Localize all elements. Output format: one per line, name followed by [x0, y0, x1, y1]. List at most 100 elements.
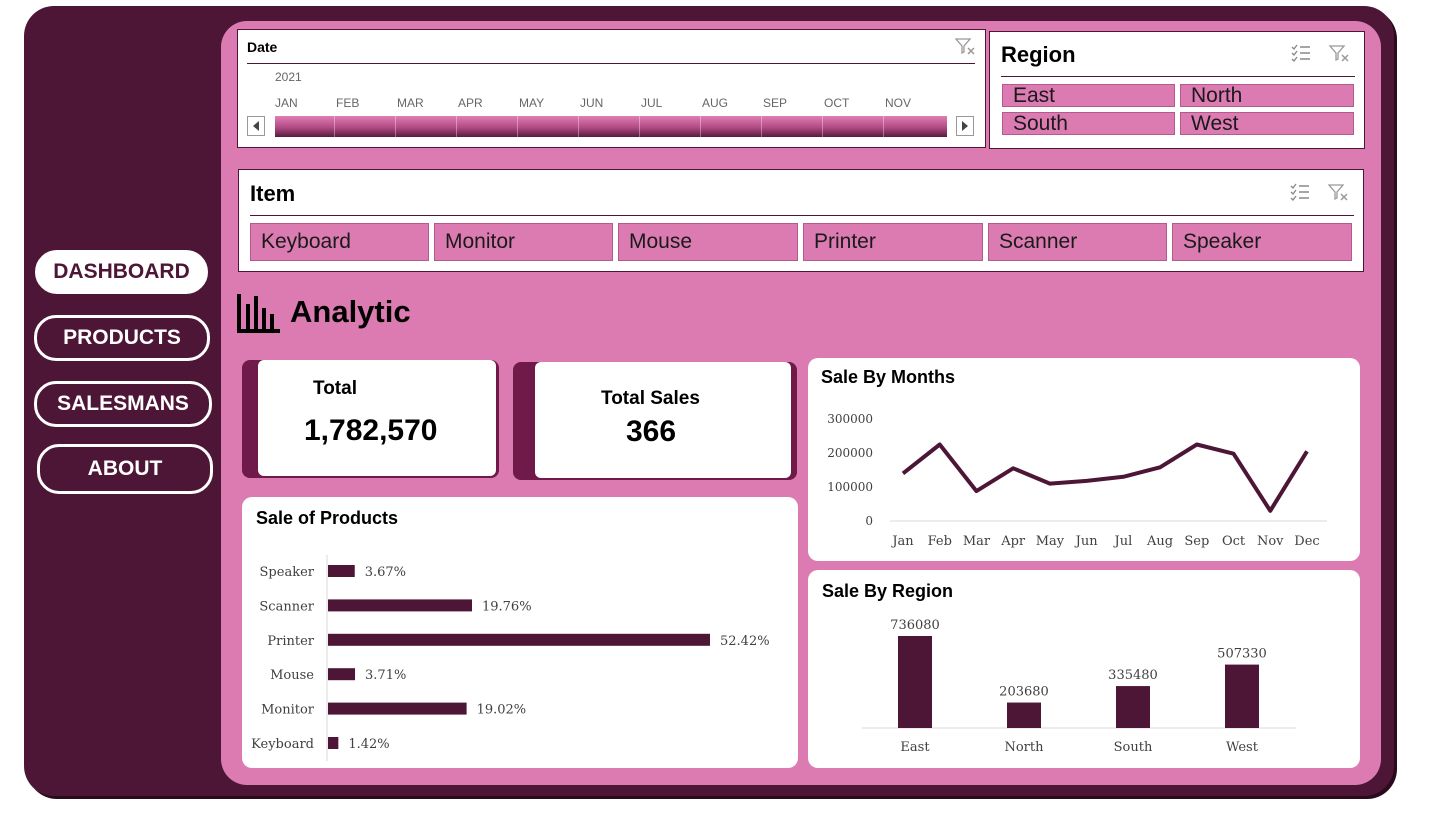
- category-label: East: [900, 740, 930, 755]
- section-title: Analytic: [290, 294, 411, 329]
- timeline-tick: [334, 116, 335, 137]
- x-tick-label: Jan: [890, 534, 914, 549]
- timeline-tick: [822, 116, 823, 137]
- timeline-tick: [700, 116, 701, 137]
- kpi-total-card: Total 1,782,570: [258, 360, 496, 476]
- clear-filter-icon[interactable]: [954, 36, 976, 56]
- data-label: 507330: [1217, 647, 1267, 662]
- nav-salesmans-button[interactable]: SALESMANS: [34, 381, 212, 427]
- region-slicer-divider: [1001, 76, 1355, 77]
- product-bar: [328, 668, 356, 681]
- data-label: 19.02%: [477, 703, 527, 718]
- item-printer[interactable]: Printer: [803, 223, 983, 261]
- x-tick-label: Sep: [1184, 534, 1209, 549]
- data-label: 203680: [999, 685, 1049, 700]
- kpi-total-value: 1,782,570: [304, 414, 438, 447]
- timeline-month-label[interactable]: OCT: [824, 96, 849, 110]
- region-bar: [1225, 664, 1259, 728]
- timeline-tick: [578, 116, 579, 137]
- x-tick-label: Oct: [1222, 534, 1246, 549]
- region-slicer-title: Region: [1001, 42, 1076, 67]
- product-bar: [328, 737, 339, 749]
- item-speaker[interactable]: Speaker: [1172, 223, 1352, 261]
- timeline-month-label[interactable]: MAY: [519, 96, 544, 110]
- timeline-scroll-right[interactable]: [956, 116, 974, 136]
- region-bar: [1116, 686, 1150, 728]
- date-slicer-title: Date: [247, 39, 278, 55]
- sales-line: [901, 442, 1309, 513]
- date-slicer: Date 2021 JAN FEB MAR APR MAY JUN JUL AUG SEP OCT…: [237, 29, 986, 148]
- y-tick-label: 100000: [827, 480, 873, 494]
- x-tick-label: Apr: [1000, 534, 1026, 549]
- timeline-month-label[interactable]: MAR: [397, 96, 424, 110]
- timeline-month-label[interactable]: SEP: [763, 96, 787, 110]
- product-bar: [328, 565, 355, 577]
- bar-chart-icon: [237, 294, 280, 333]
- nav-products-button[interactable]: PRODUCTS: [34, 315, 210, 361]
- product-bar: [328, 633, 710, 646]
- region-bar: [898, 636, 932, 728]
- data-label: 1.42%: [348, 737, 389, 752]
- category-label: Keyboard: [251, 737, 314, 752]
- kpi-sales-card: Total Sales 366: [535, 362, 791, 478]
- region-item-north[interactable]: North: [1180, 84, 1354, 107]
- category-label: Scanner: [259, 599, 314, 614]
- kpi-total-label: Total: [313, 378, 357, 399]
- products-bar-chart: Speaker 3.67% Scanner 19.76% Printer 52.42% Mo…: [251, 555, 770, 761]
- months-chart-card: Sale By Months 0 100000 200000 300000 Jan Feb…: [808, 358, 1360, 561]
- kpi-sales-label: Total Sales: [601, 388, 700, 409]
- timeline-month-label[interactable]: NOV: [885, 96, 911, 110]
- nav-about-button[interactable]: ABOUT: [37, 444, 213, 494]
- category-label: West: [1226, 740, 1259, 755]
- x-tick-label: Aug: [1146, 534, 1173, 549]
- item-slicer-divider: [250, 215, 1354, 216]
- x-tick-label: Dec: [1294, 534, 1319, 549]
- clear-filter-icon[interactable]: [1327, 182, 1349, 202]
- timeline-tick: [883, 116, 884, 137]
- kpi-sales-value: 366: [626, 415, 677, 448]
- timeline-scroll-left[interactable]: [247, 116, 265, 136]
- timeline-bar[interactable]: [275, 116, 947, 137]
- timeline-month-label[interactable]: JAN: [275, 96, 298, 110]
- item-mouse[interactable]: Mouse: [618, 223, 798, 261]
- category-label: North: [1004, 740, 1044, 755]
- x-tick-label: May: [1036, 534, 1065, 549]
- timeline-month-label[interactable]: FEB: [336, 96, 359, 110]
- x-tick-label: Jul: [1112, 534, 1132, 549]
- timeline-tick: [456, 116, 457, 137]
- region-item-east[interactable]: East: [1002, 84, 1175, 107]
- timeline-tick: [395, 116, 396, 137]
- timeline-month-label[interactable]: JUN: [580, 96, 603, 110]
- timeline-month-label[interactable]: AUG: [702, 96, 728, 110]
- data-label: 52.42%: [720, 634, 770, 649]
- item-keyboard[interactable]: Keyboard: [250, 223, 429, 261]
- product-bar: [328, 702, 467, 715]
- nav-dashboard-button[interactable]: DASHBOARD: [35, 250, 208, 294]
- y-tick-label: 0: [865, 514, 873, 528]
- x-tick-label: Nov: [1257, 534, 1284, 549]
- product-bar: [328, 599, 472, 612]
- region-item-south[interactable]: South: [1002, 112, 1175, 135]
- multi-select-icon[interactable]: [1289, 182, 1311, 202]
- item-slicer: Item Keyboard Monitor Mouse Printer Scan…: [238, 169, 1364, 272]
- item-monitor[interactable]: Monitor: [434, 223, 613, 261]
- x-tick-label: Jun: [1074, 534, 1099, 549]
- products-chart-card: Sale of Products Speaker 3.67% Scanner 19.7…: [242, 497, 798, 768]
- x-tick-label: Feb: [928, 534, 952, 549]
- timeline-month-label[interactable]: APR: [458, 96, 483, 110]
- item-slicer-title: Item: [250, 181, 296, 206]
- region-item-west[interactable]: West: [1180, 112, 1354, 135]
- multi-select-icon[interactable]: [1290, 43, 1312, 63]
- item-scanner[interactable]: Scanner: [988, 223, 1167, 261]
- x-tick-label: Mar: [963, 534, 991, 549]
- timeline-month-label[interactable]: JUL: [641, 96, 662, 110]
- data-label: 19.76%: [482, 599, 532, 614]
- category-label: Speaker: [260, 565, 315, 580]
- data-label: 3.67%: [365, 565, 406, 580]
- clear-filter-icon[interactable]: [1328, 43, 1350, 63]
- y-tick-label: 200000: [827, 446, 873, 460]
- region-bar: [1007, 702, 1041, 728]
- timeline-tick: [761, 116, 762, 137]
- region-bar-chart: 736080 East 203680 North 335480 South 507330 We…: [862, 618, 1296, 755]
- timeline-tick: [639, 116, 640, 137]
